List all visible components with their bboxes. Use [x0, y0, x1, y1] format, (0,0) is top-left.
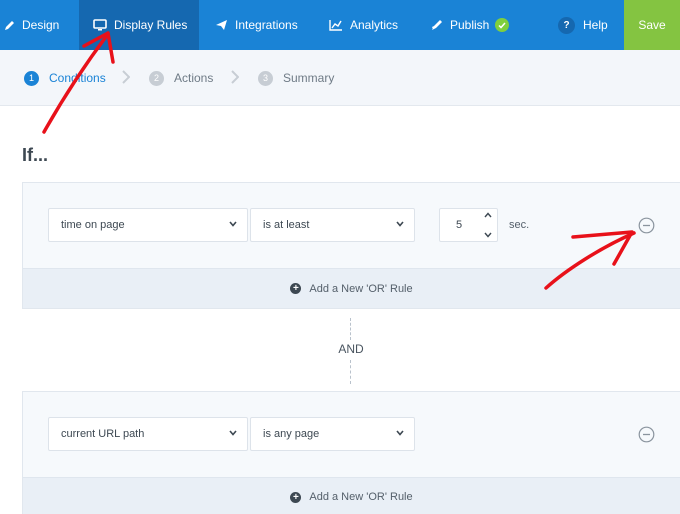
nav-item-design[interactable]: Design — [4, 0, 59, 50]
rule-value-stepper[interactable]: 5 — [439, 208, 498, 242]
nav-item-label: Publish — [450, 18, 490, 32]
chevron-down-icon — [229, 221, 237, 227]
step-summary[interactable]: 3 Summary — [258, 50, 334, 106]
rule-field-select[interactable]: time on page — [48, 208, 248, 242]
save-button[interactable]: Save — [624, 0, 680, 50]
check-circle-icon — [495, 18, 510, 32]
select-value: is at least — [263, 219, 310, 231]
remove-rule-icon[interactable] — [638, 426, 655, 443]
add-or-rule-label: Add a New 'OR' Rule — [309, 491, 413, 503]
pencil-icon — [4, 20, 15, 31]
step-conditions[interactable]: 1 Conditions — [24, 50, 106, 106]
nav-item-help[interactable]: ? Help — [558, 0, 608, 50]
nav-item-display-rules[interactable]: Display Rules — [79, 0, 199, 50]
step-number: 1 — [24, 70, 39, 86]
remove-rule-icon[interactable] — [638, 217, 655, 234]
chart-icon — [329, 19, 343, 31]
rule-field-select[interactable]: current URL path — [48, 417, 248, 451]
rule-operator-select[interactable]: is any page — [250, 417, 415, 451]
step-label: Conditions — [49, 71, 106, 85]
rule-group-1: time on page is at least 5 sec. + Add a … — [22, 182, 680, 309]
chevron-right-icon — [122, 70, 130, 84]
nav-item-label: Design — [22, 18, 60, 32]
steps-bar: 1 Conditions 2 Actions 3 Summary — [0, 50, 680, 106]
nav-item-label: Help — [583, 18, 608, 32]
select-value: is any page — [263, 428, 320, 440]
nav-item-analytics[interactable]: Analytics — [329, 0, 398, 50]
monitor-icon — [93, 19, 107, 31]
nav-item-publish[interactable]: Publish — [430, 0, 510, 50]
chevron-down-icon — [396, 430, 404, 436]
step-actions[interactable]: 2 Actions — [149, 50, 213, 106]
rule-row: current URL path is any page — [23, 392, 680, 477]
stepper-value: 5 — [455, 219, 463, 231]
stepper-arrows — [482, 212, 494, 238]
add-or-rule-label: Add a New 'OR' Rule — [309, 282, 413, 295]
rule-row: time on page is at least 5 sec. — [23, 183, 680, 268]
step-number: 2 — [149, 70, 164, 86]
step-label: Summary — [283, 71, 335, 85]
nav-item-label: Integrations — [235, 18, 298, 32]
connector-line — [350, 318, 351, 340]
step-number: 3 — [258, 70, 273, 86]
chevron-down-icon — [229, 430, 237, 436]
nav-item-label: Analytics — [350, 18, 399, 32]
nav-item-integrations[interactable]: Integrations — [215, 0, 298, 50]
select-value: current URL path — [61, 428, 145, 440]
if-heading: If... — [22, 145, 48, 165]
rule-group-2: current URL path is any page + Add a New… — [22, 391, 680, 514]
connector-line — [350, 360, 351, 384]
paper-plane-icon — [215, 19, 228, 31]
nav-item-label: Display Rules — [114, 18, 188, 32]
chevron-right-icon — [231, 70, 239, 84]
chevron-down-icon — [396, 221, 404, 227]
add-or-rule-button[interactable]: + Add a New 'OR' Rule — [23, 477, 680, 514]
rocket-icon — [430, 19, 443, 32]
chevron-down-icon[interactable] — [484, 232, 492, 238]
rule-unit-label: sec. — [509, 219, 530, 231]
chevron-up-icon[interactable] — [484, 212, 492, 218]
and-label: AND — [330, 342, 372, 356]
rule-operator-select[interactable]: is at least — [250, 208, 415, 242]
select-value: time on page — [61, 219, 125, 231]
plus-circle-icon: + — [290, 491, 302, 503]
plus-circle-icon: + — [290, 283, 302, 294]
add-or-rule-button[interactable]: + Add a New 'OR' Rule — [23, 268, 680, 308]
step-label: Actions — [174, 71, 214, 85]
help-icon: ? — [558, 16, 575, 34]
top-navigation-bar: Design Display Rules Integrations Analyt… — [0, 0, 680, 50]
